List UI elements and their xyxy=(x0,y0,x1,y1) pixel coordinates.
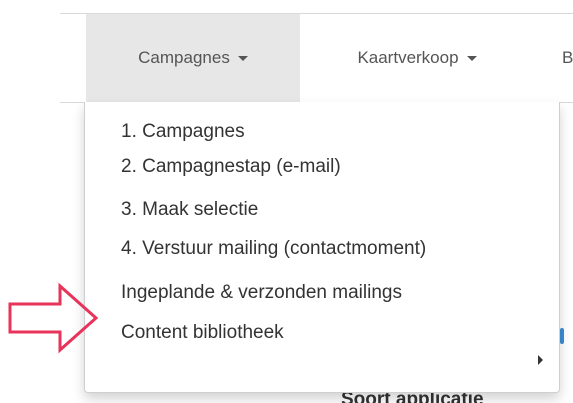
background-accent-mark xyxy=(560,328,564,344)
nav-item-label: Campagnes xyxy=(138,48,230,67)
menu-item-verstuur-mailing[interactable]: 4. Verstuur mailing (contactmoment) xyxy=(121,232,426,266)
nav-item-campagnes[interactable]: Campagnes xyxy=(86,14,300,102)
menu-item-label: Ingeplande & verzonden mailings xyxy=(121,282,402,303)
menu-item-label: 4. Verstuur mailing (contactmoment) xyxy=(121,238,427,259)
menu-item-label: 3. Maak selectie xyxy=(121,199,259,220)
nav-item-kaartverkoop[interactable]: Kaartverkoop xyxy=(312,14,522,102)
arrow-outline xyxy=(8,282,99,354)
menu-item-label: 2. Campagnestap (e-mail) xyxy=(121,156,341,177)
right-arrow-icon xyxy=(8,282,99,354)
caret-down-icon xyxy=(237,55,248,61)
menu-item-label: Content bibliotheek xyxy=(121,322,284,343)
nav-item-truncated[interactable]: B xyxy=(562,14,573,102)
menu-item-content-bibliotheek[interactable]: Content bibliotheek xyxy=(121,316,284,350)
menu-item-maak-selectie[interactable]: 3. Maak selectie xyxy=(121,193,258,227)
caret-down-icon xyxy=(466,55,477,61)
menu-item-campagnes[interactable]: 1. Campagnes xyxy=(121,115,245,149)
nav-item-label: B xyxy=(562,48,573,67)
campagnes-dropdown-menu: 1. Campagnes 2. Campagnestap (e-mail) 3.… xyxy=(84,102,560,393)
menu-item-label: 1. Campagnes xyxy=(121,121,245,142)
nav-item-label: Kaartverkoop xyxy=(357,48,459,67)
caret-right-icon xyxy=(538,355,543,365)
menu-item-campagnestap[interactable]: 2. Campagnestap (e-mail) xyxy=(121,150,341,184)
menu-item-ingeplande-verzonden-mailings[interactable]: Ingeplande & verzonden mailings xyxy=(121,276,402,310)
